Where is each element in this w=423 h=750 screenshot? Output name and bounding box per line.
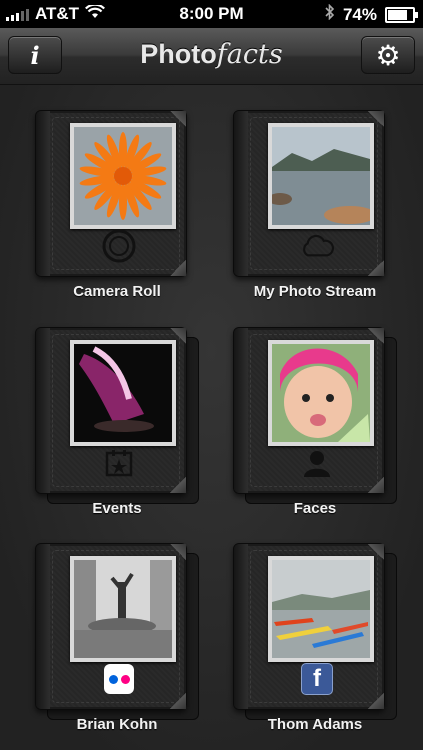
album-thumbnail-fountain — [70, 556, 176, 662]
album-label: Thom Adams — [267, 716, 363, 733]
battery-percent: 74% — [342, 4, 377, 24]
album-brian-kohn[interactable]: Brian Kohn — [27, 523, 207, 733]
facebook-letter: f — [313, 665, 321, 692]
app-title: Photofacts — [0, 39, 423, 70]
album-label: Faces — [293, 500, 337, 517]
status-right: 74% — [325, 3, 418, 25]
album-label: My Photo Stream — [253, 283, 377, 300]
battery-icon — [385, 6, 418, 23]
person-silhouette-icon — [300, 446, 334, 480]
flickr-icon — [102, 662, 136, 696]
album-label: Camera Roll — [73, 283, 161, 300]
app-title-part2: facts — [216, 39, 283, 70]
album-thumbnail-baby — [268, 340, 374, 446]
camera-shutter-icon — [102, 229, 136, 263]
bluetooth-icon — [325, 3, 335, 25]
album-thumbnail-kayaks — [268, 556, 374, 662]
album-camera-roll[interactable]: Camera Roll — [27, 90, 207, 300]
navigation-bar: i Photofacts ⚙ — [0, 28, 423, 85]
album-cover: f — [233, 543, 385, 710]
album-events[interactable]: Events — [27, 307, 207, 517]
gear-icon: ⚙ — [375, 39, 401, 71]
album-cover — [35, 110, 187, 277]
status-bar: AT&T 8:00 PM 74% — [0, 0, 423, 28]
album-thumbnail-event — [70, 340, 176, 446]
album-my-photo-stream[interactable]: My Photo Stream — [225, 90, 405, 300]
facebook-icon: f — [300, 662, 334, 696]
cloud-icon — [300, 229, 334, 263]
calendar-star-icon — [102, 446, 136, 480]
settings-button[interactable]: ⚙ — [361, 36, 415, 74]
album-cover — [35, 327, 187, 494]
album-thom-adams[interactable]: f Thom Adams — [225, 523, 405, 733]
album-cover — [35, 543, 187, 710]
album-thumbnail-flower — [70, 123, 176, 229]
album-cover — [233, 110, 385, 277]
album-faces[interactable]: Faces — [225, 307, 405, 517]
album-grid: Camera Roll My Photo Stream Events Faces… — [0, 85, 423, 750]
album-label: Events — [92, 500, 142, 517]
album-cover — [233, 327, 385, 494]
album-thumbnail-lake — [268, 123, 374, 229]
app-title-part1: Photo — [140, 39, 217, 69]
album-label: Brian Kohn — [76, 716, 158, 733]
